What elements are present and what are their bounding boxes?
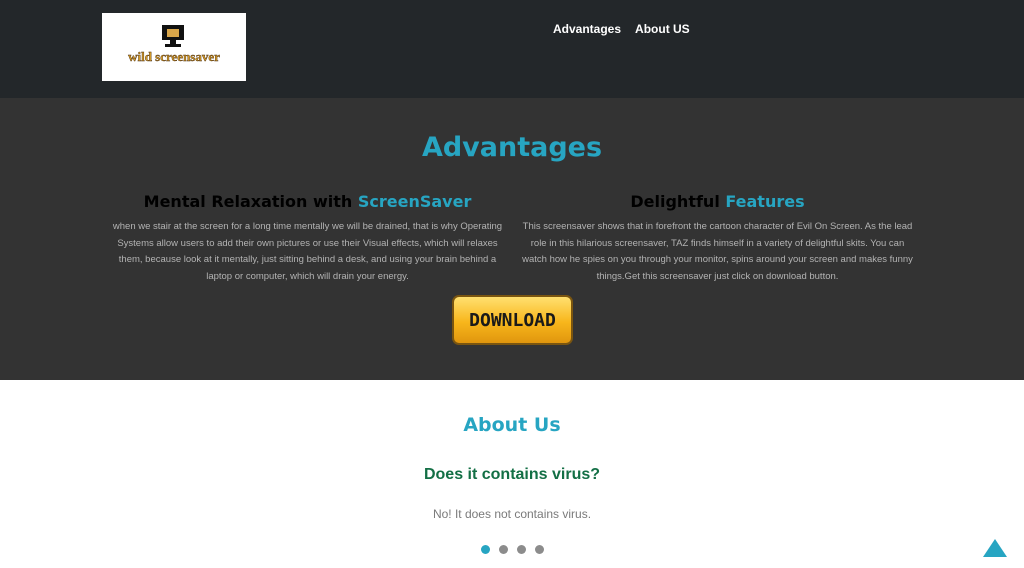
advantages-title: Advantages: [421, 132, 603, 163]
monitor-base: [165, 44, 181, 47]
about-us-title: About Us: [463, 414, 561, 436]
relaxation-heading: Mental Relaxation with ScreenSaver: [110, 192, 505, 211]
back-to-top-icon[interactable]: [983, 539, 1007, 557]
faq-question: Does it contains virus?: [423, 466, 601, 483]
carousel-dot-3[interactable]: [517, 545, 526, 554]
logo-text: wild screensaver: [128, 49, 220, 64]
site-header: wild screensaver Advantages About US: [0, 0, 1024, 98]
nav-link-about-us[interactable]: About US: [635, 22, 690, 36]
download-button[interactable]: DOWNLOAD: [452, 295, 573, 345]
faq-answer: No! It does not contains virus.: [432, 507, 592, 521]
relaxation-body: when we stair at the screen for a long t…: [112, 221, 503, 282]
carousel-dot-2[interactable]: [499, 545, 508, 554]
features-body: This screensaver shows that in forefront…: [522, 221, 913, 282]
advantage-column-features: Delightful Features This screensaver sho…: [520, 192, 915, 285]
carousel-indicators: [481, 545, 544, 554]
carousel-dot-4[interactable]: [535, 545, 544, 554]
main-nav: Advantages About US: [553, 22, 690, 36]
site-logo[interactable]: wild screensaver: [102, 13, 246, 81]
features-heading: Delightful Features: [520, 192, 915, 211]
advantages-section: Advantages Mental Relaxation with Screen…: [0, 98, 1024, 380]
relaxation-heading-accent: ScreenSaver: [357, 192, 472, 211]
nav-link-advantages[interactable]: Advantages: [553, 22, 621, 36]
advantage-column-relaxation: Mental Relaxation with ScreenSaver when …: [110, 192, 505, 285]
relaxation-heading-plain: Mental Relaxation with: [143, 192, 358, 211]
carousel-dot-1[interactable]: [481, 545, 490, 554]
features-heading-plain: Delightful: [630, 192, 726, 211]
monitor-icon: [162, 25, 184, 40]
features-heading-accent: Features: [725, 192, 805, 211]
